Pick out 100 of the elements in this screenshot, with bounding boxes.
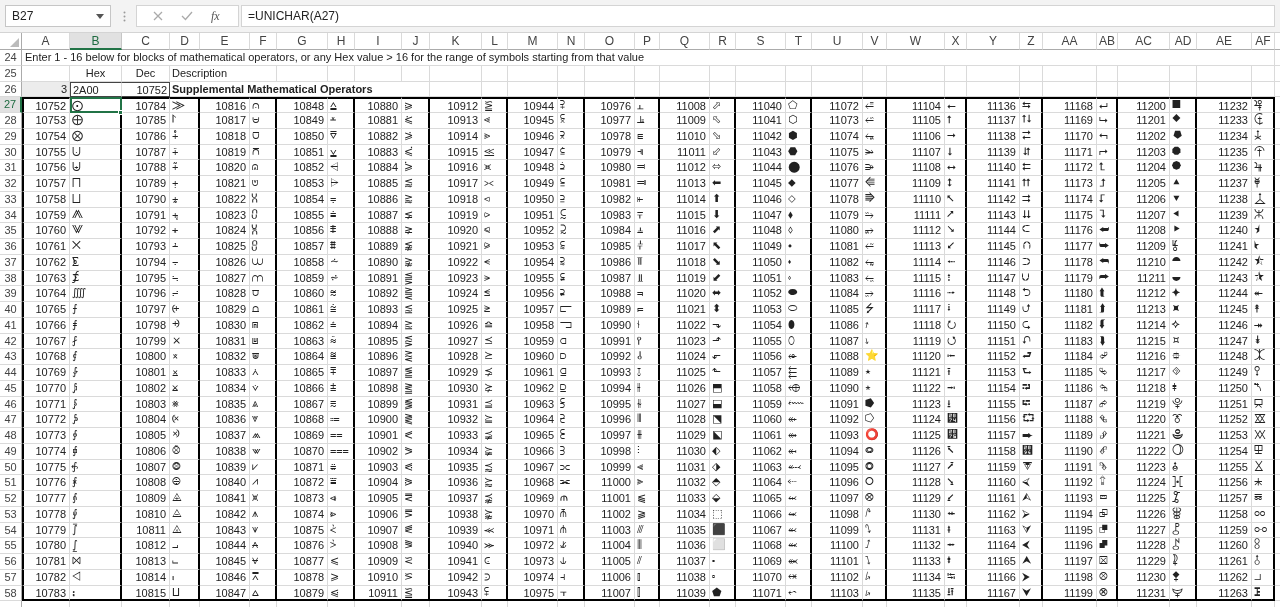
empty-cell[interactable] xyxy=(812,65,863,82)
empty-cell[interactable] xyxy=(482,65,508,82)
column-header[interactable]: AB xyxy=(1097,33,1118,50)
row-header[interactable]: 35 xyxy=(0,223,22,239)
row-header[interactable]: 51 xyxy=(0,475,22,491)
column-header[interactable]: AE xyxy=(1197,33,1252,50)
column-header[interactable]: T xyxy=(786,33,812,50)
empty-cell[interactable] xyxy=(355,65,402,82)
empty-cell[interactable] xyxy=(1197,81,1252,98)
column-header[interactable]: X xyxy=(945,33,967,50)
column-header[interactable]: AD xyxy=(1170,33,1197,50)
empty-cell[interactable] xyxy=(1097,65,1118,82)
column-header[interactable]: Q xyxy=(660,33,710,50)
formula-input[interactable]: =UNICHAR(A27) xyxy=(241,5,1275,27)
row-header[interactable]: 24 xyxy=(0,50,22,66)
column-header[interactable]: AA xyxy=(1043,33,1097,50)
column-header[interactable]: H xyxy=(328,33,355,50)
empty-cell[interactable] xyxy=(1252,81,1275,98)
empty-cell[interactable] xyxy=(558,81,585,98)
empty-cell[interactable] xyxy=(710,65,736,82)
column-header[interactable]: B xyxy=(70,33,122,50)
empty-cell[interactable] xyxy=(508,81,558,98)
row-header[interactable]: 55 xyxy=(0,538,22,554)
row-header[interactable]: 39 xyxy=(0,286,22,302)
column-header[interactable]: P xyxy=(635,33,660,50)
empty-cell[interactable] xyxy=(967,81,1020,98)
fill-handle[interactable] xyxy=(118,110,123,115)
column-header[interactable]: F xyxy=(250,33,277,50)
column-header[interactable]: L xyxy=(482,33,508,50)
row-header[interactable]: 28 xyxy=(0,113,22,129)
cancel-icon[interactable] xyxy=(153,11,163,21)
row-header[interactable]: 44 xyxy=(0,365,22,381)
empty-cell[interactable] xyxy=(1020,81,1043,98)
column-header[interactable]: S xyxy=(736,33,786,50)
empty-cell[interactable] xyxy=(1252,65,1275,82)
column-header[interactable]: V xyxy=(863,33,887,50)
empty-cell[interactable] xyxy=(585,81,635,98)
column-header[interactable]: J xyxy=(402,33,430,50)
row-header[interactable]: 40 xyxy=(0,302,22,318)
empty-cell[interactable] xyxy=(736,81,786,98)
empty-cell[interactable] xyxy=(635,81,660,98)
row-header[interactable]: 43 xyxy=(0,349,22,365)
name-box[interactable]: B27 xyxy=(5,5,111,27)
column-header[interactable]: K xyxy=(430,33,482,50)
empty-cell[interactable] xyxy=(1020,65,1043,82)
empty-cell[interactable] xyxy=(1170,81,1197,98)
empty-cell[interactable] xyxy=(328,65,355,82)
empty-cell[interactable] xyxy=(508,65,558,82)
empty-cell[interactable] xyxy=(482,81,508,98)
empty-cell[interactable] xyxy=(1118,81,1170,98)
empty-cell[interactable] xyxy=(710,81,736,98)
empty-cell[interactable] xyxy=(1043,65,1097,82)
row-header[interactable]: 48 xyxy=(0,428,22,444)
row-header[interactable]: 52 xyxy=(0,491,22,507)
column-header[interactable]: N xyxy=(558,33,585,50)
column-header[interactable]: Z xyxy=(1020,33,1043,50)
row-header[interactable]: 36 xyxy=(0,239,22,255)
row-header[interactable]: 32 xyxy=(0,176,22,192)
column-header[interactable]: A xyxy=(22,33,70,50)
column-header[interactable]: D xyxy=(170,33,200,50)
empty-cell[interactable] xyxy=(402,65,430,82)
column-header[interactable]: W xyxy=(887,33,945,50)
empty-cell[interactable] xyxy=(1118,65,1170,82)
empty-cell[interactable] xyxy=(1197,65,1252,82)
empty-cell[interactable] xyxy=(1097,81,1118,98)
insert-function-button[interactable]: fx xyxy=(211,7,220,25)
column-header[interactable]: O xyxy=(585,33,635,50)
symbol-cell[interactable]: ⨀ xyxy=(70,97,122,113)
select-all-icon[interactable] xyxy=(10,38,19,47)
empty-cell[interactable] xyxy=(887,81,945,98)
enter-icon[interactable] xyxy=(181,11,193,21)
empty-cell[interactable] xyxy=(736,65,786,82)
column-header[interactable]: AC xyxy=(1118,33,1170,50)
empty-cell[interactable] xyxy=(635,65,660,82)
empty-cell[interactable] xyxy=(863,65,887,82)
empty-cell[interactable] xyxy=(812,81,863,98)
empty-cell[interactable] xyxy=(558,65,585,82)
column-header[interactable]: U xyxy=(812,33,863,50)
column-header[interactable]: R xyxy=(710,33,736,50)
column-header[interactable]: I xyxy=(355,33,402,50)
row-header[interactable]: 47 xyxy=(0,412,22,428)
column-header[interactable]: M xyxy=(508,33,558,50)
row-header[interactable]: 31 xyxy=(0,160,22,176)
empty-cell[interactable] xyxy=(1043,81,1097,98)
empty-cell[interactable] xyxy=(430,81,482,98)
row-header[interactable]: 27 xyxy=(0,97,22,113)
empty-cell[interactable] xyxy=(967,65,1020,82)
empty-cell[interactable] xyxy=(277,65,328,82)
column-header[interactable]: AF xyxy=(1252,33,1275,50)
column-header[interactable]: Y xyxy=(967,33,1020,50)
empty-cell[interactable] xyxy=(945,81,967,98)
column-header[interactable]: C xyxy=(122,33,170,50)
empty-cell[interactable] xyxy=(887,65,945,82)
empty-cell[interactable] xyxy=(786,81,812,98)
empty-cell[interactable] xyxy=(660,81,710,98)
empty-cell[interactable] xyxy=(430,65,482,82)
empty-cell[interactable] xyxy=(1170,65,1197,82)
row-header[interactable]: 56 xyxy=(0,554,22,570)
empty-cell[interactable] xyxy=(660,65,710,82)
empty-cell[interactable] xyxy=(786,65,812,82)
